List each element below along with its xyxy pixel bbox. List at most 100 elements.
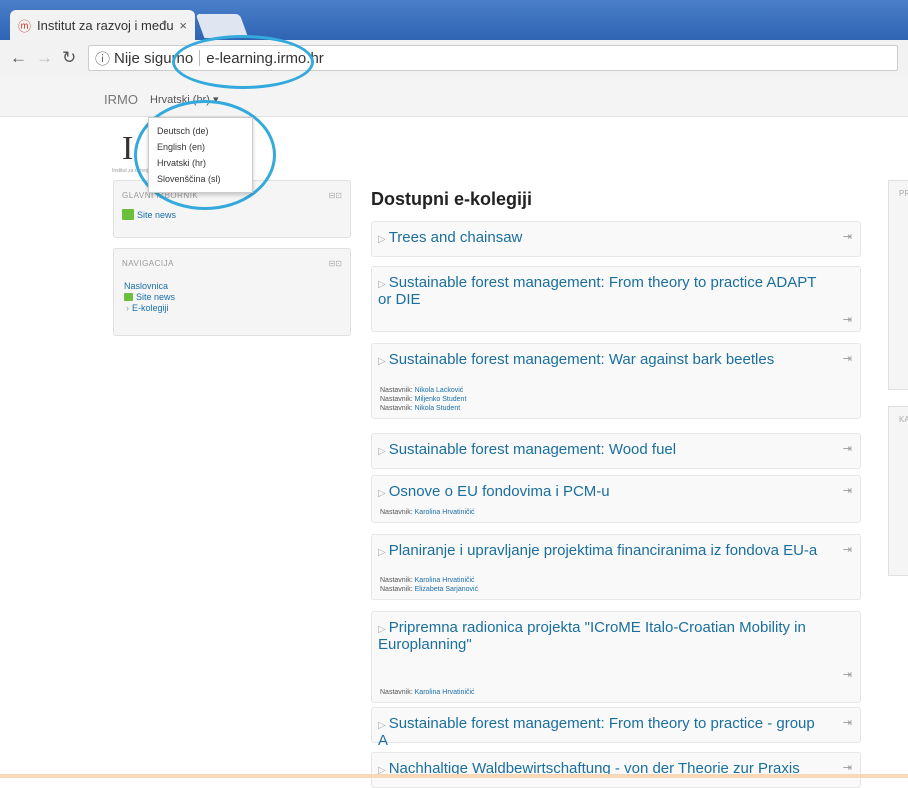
course-teacher: Nastavnik: Elizabeta Sarjanović	[380, 586, 478, 593]
course-title-link[interactable]: ▷ Sustainable forest management: From the…	[378, 716, 824, 748]
teacher-label: Nastavnik:	[380, 405, 413, 412]
course-expand-icon: ▷	[378, 547, 386, 558]
course-teacher: Nastavnik: Miljenko Student	[380, 396, 466, 403]
course-item: ▷ Osnove o EU fondovima i PCM-u ⇥ Nastavnik…	[371, 475, 861, 523]
course-title-link[interactable]: ▷ Sustainable forest management: War agai…	[378, 352, 824, 369]
teacher-label: Nastavnik:	[380, 509, 413, 516]
course-title[interactable]: Sustainable forest management: Wood fuel	[389, 441, 676, 458]
course-title[interactable]: Sustainable forest management: War again…	[389, 351, 775, 368]
course-title[interactable]: Sustainable forest management: From theo…	[378, 274, 816, 308]
nav-ecourses-label[interactable]: E-kolegiji	[132, 303, 169, 313]
course-title-link[interactable]: ▷ Sustainable forest management: From the…	[378, 275, 824, 307]
teacher-label: Nastavnik:	[380, 577, 413, 584]
teacher-name-link[interactable]: Elizabeta Sarjanović	[415, 586, 478, 593]
forward-icon[interactable]: →	[36, 48, 53, 68]
site-brand-link[interactable]: IRMO	[104, 92, 138, 107]
teacher-name-link[interactable]: Karolina Hrvatiničić	[415, 577, 475, 584]
navigation-title: NAVIGACIJA	[122, 259, 174, 268]
site-logo[interactable]: I	[122, 130, 133, 168]
enrol-icon[interactable]: ⇥	[843, 484, 852, 497]
teacher-label: Nastavnik:	[380, 689, 413, 696]
course-teacher: Nastavnik: Karolina Hrvatiničić	[380, 577, 475, 584]
teacher-label: Nastavnik:	[380, 586, 413, 593]
course-title[interactable]: Sustainable forest management: From theo…	[378, 715, 815, 749]
enrol-icon[interactable]: ⇥	[843, 716, 852, 729]
enrol-icon[interactable]: ⇥	[843, 442, 852, 455]
course-title[interactable]: Trees and chainsaw	[389, 229, 523, 246]
enrol-icon[interactable]: ⇥	[843, 668, 852, 681]
new-tab-button[interactable]	[195, 14, 249, 38]
right-block-1-title: PR	[899, 189, 908, 198]
enrol-icon[interactable]: ⇥	[843, 313, 852, 326]
main-menu-site-news[interactable]: Site news	[122, 209, 176, 220]
teacher-name-link[interactable]: Karolina Hrvatiničić	[415, 509, 475, 516]
course-title-link[interactable]: ▷ Sustainable forest management: Wood fue…	[378, 442, 824, 459]
lang-item-sl[interactable]: Slovenščina (sl)	[149, 171, 252, 187]
right-block-1: PR	[888, 180, 908, 390]
site-navbar: IRMO Hrvatski (hr) ▾	[0, 76, 908, 117]
tab-title: Institut za razvoj i među	[37, 17, 174, 33]
course-teacher: Nastavnik: Nikola Lacković	[380, 387, 463, 394]
course-title[interactable]: Planiranje i upravljanje projektima fina…	[389, 542, 818, 559]
course-teacher: Nastavnik: Karolina Hrvatiničić	[380, 509, 475, 516]
course-expand-icon: ▷	[378, 488, 386, 499]
course-item: ▷ Sustainable forest management: From the…	[371, 707, 861, 748]
news-icon	[124, 293, 133, 301]
reload-icon[interactable]: ↻	[62, 48, 76, 68]
address-separator	[199, 50, 201, 66]
nav-ecourses-link[interactable]: › E-kolegiji	[126, 303, 169, 313]
course-expand-icon: ▷	[378, 234, 386, 245]
course-expand-icon: ▷	[378, 446, 386, 457]
right-block-2-title: KA	[899, 415, 908, 424]
course-expand-icon: ▷	[378, 279, 386, 290]
course-expand-icon: ▷	[378, 720, 386, 731]
enrol-icon[interactable]: ⇥	[843, 761, 852, 774]
course-title-link[interactable]: ▷ Trees and chainsaw	[378, 230, 824, 247]
language-menu: Deutsch (de) English (en) Hrvatski (hr) …	[148, 117, 253, 193]
course-item: ▷ Sustainable forest management: War agai…	[371, 343, 861, 419]
lang-item-hr[interactable]: Hrvatski (hr)	[149, 155, 252, 171]
bottom-strip	[0, 774, 908, 778]
collapse-icon[interactable]: ⊟⊡	[329, 191, 342, 200]
address-bar[interactable]: ⓘ Nije sigurno e-learning.irmo.hr	[88, 45, 898, 71]
enrol-icon[interactable]: ⇥	[843, 352, 852, 365]
news-icon	[122, 209, 134, 220]
nav-home-link[interactable]: Naslovnica	[124, 281, 168, 291]
lang-item-de[interactable]: Deutsch (de)	[149, 123, 252, 139]
teacher-name-link[interactable]: Nikola Lacković	[415, 387, 464, 394]
language-selector[interactable]: Hrvatski (hr) ▾	[150, 93, 218, 106]
info-icon[interactable]: ⓘ	[95, 48, 110, 69]
course-item: ▷ Nachhaltige Waldbewirtschaftung - von d…	[371, 752, 861, 788]
enrol-icon[interactable]: ⇥	[843, 230, 852, 243]
tab-close-icon[interactable]: ×	[179, 18, 187, 33]
course-title-link[interactable]: ▷ Planiranje i upravljanje projektima fin…	[378, 543, 824, 560]
course-title-link[interactable]: ▷ Pripremna radionica projekta "ICroME It…	[378, 620, 824, 652]
page-title: Dostupni e-kolegiji	[371, 189, 533, 209]
security-label[interactable]: Nije sigurno	[114, 50, 193, 67]
course-item: ▷ Sustainable forest management: Wood fue…	[371, 433, 861, 469]
course-item: ▷ Pripremna radionica projekta "ICroME It…	[371, 611, 861, 703]
lang-item-en[interactable]: English (en)	[149, 139, 252, 155]
teacher-label: Nastavnik:	[380, 387, 413, 394]
right-block-2: KA	[888, 406, 908, 576]
teacher-name-link[interactable]: Miljenko Student	[415, 396, 467, 403]
course-title[interactable]: Pripremna radionica projekta "ICroME Ita…	[378, 619, 806, 653]
course-teacher: Nastavnik: Nikola Student	[380, 405, 460, 412]
course-item: ▷ Trees and chainsaw ⇥	[371, 221, 861, 257]
browser-toolbar: ← → ↻ ⓘ Nije sigurno e-learning.irmo.hr	[0, 40, 908, 77]
back-icon[interactable]: ←	[10, 48, 27, 68]
teacher-name-link[interactable]: Karolina Hrvatiničić	[415, 689, 475, 696]
course-title-link[interactable]: ▷ Osnove o EU fondovima i PCM-u	[378, 484, 824, 501]
site-news-label[interactable]: Site news	[137, 210, 176, 220]
browser-tab[interactable]: ⓜ Institut za razvoj i među ×	[10, 10, 195, 40]
nav-site-news-link[interactable]: Site news	[124, 292, 175, 302]
course-title[interactable]: Osnove o EU fondovima i PCM-u	[389, 483, 610, 500]
browser-tabstrip: ⓜ Institut za razvoj i među ×	[0, 0, 908, 40]
enrol-icon[interactable]: ⇥	[843, 543, 852, 556]
navigation-block: NAVIGACIJA ⊟⊡ Naslovnica Site news › E-k…	[113, 248, 351, 336]
teacher-name-link[interactable]: Nikola Student	[415, 405, 461, 412]
collapse-icon[interactable]: ⊟⊡	[329, 259, 342, 268]
course-item: ▷ Planiranje i upravljanje projektima fin…	[371, 534, 861, 600]
url-text[interactable]: e-learning.irmo.hr	[206, 50, 324, 67]
nav-site-news-label[interactable]: Site news	[136, 292, 175, 302]
